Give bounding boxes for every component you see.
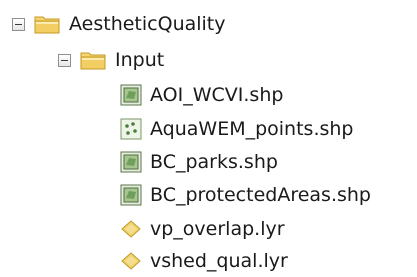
tree-item-aquawem-points-shp[interactable]: AquaWEM_points.shp <box>120 114 354 144</box>
layer-file-icon <box>121 252 141 270</box>
layer-file-icon <box>121 220 141 238</box>
polygon-shapefile-icon <box>120 151 142 173</box>
tree-item-label: BC_parks.shp <box>150 151 278 173</box>
tree-item-vp-overlap-lyr[interactable]: vp_overlap.lyr <box>120 214 285 244</box>
polygon-shapefile-icon <box>120 84 142 106</box>
polygon-shapefile-icon <box>120 184 142 206</box>
point-shapefile-icon <box>120 118 142 140</box>
tree-node-aestheticquality[interactable]: AestheticQuality <box>12 9 226 39</box>
tree-item-bc-parks-shp[interactable]: BC_parks.shp <box>120 147 278 177</box>
tree-item-aoi-wcvi-shp[interactable]: AOI_WCVI.shp <box>120 80 283 110</box>
tree-item-label: AOI_WCVI.shp <box>150 84 284 106</box>
tree-item-label: vp_overlap.lyr <box>150 218 285 240</box>
tree-item-label: BC_protectedAreas.shp <box>150 184 371 206</box>
tree-item-label: AquaWEM_points.shp <box>150 118 354 140</box>
tree-node-label: AestheticQuality <box>69 13 226 35</box>
tree-item-label: vshed_qual.lyr <box>150 250 288 272</box>
folder-icon <box>80 52 106 69</box>
tree-item-bc-protectedareas-shp[interactable]: BC_protectedAreas.shp <box>120 180 371 210</box>
collapse-toggle-icon[interactable] <box>58 53 71 67</box>
folder-icon <box>34 16 60 33</box>
collapse-toggle-icon[interactable] <box>12 17 25 31</box>
tree-node-input[interactable]: Input <box>58 45 164 75</box>
catalog-tree: AestheticQuality Input AOI_WCVI.shp Aqua… <box>0 0 417 277</box>
tree-node-label: Input <box>115 49 165 71</box>
tree-item-vshed-qual-lyr[interactable]: vshed_qual.lyr <box>120 246 288 276</box>
